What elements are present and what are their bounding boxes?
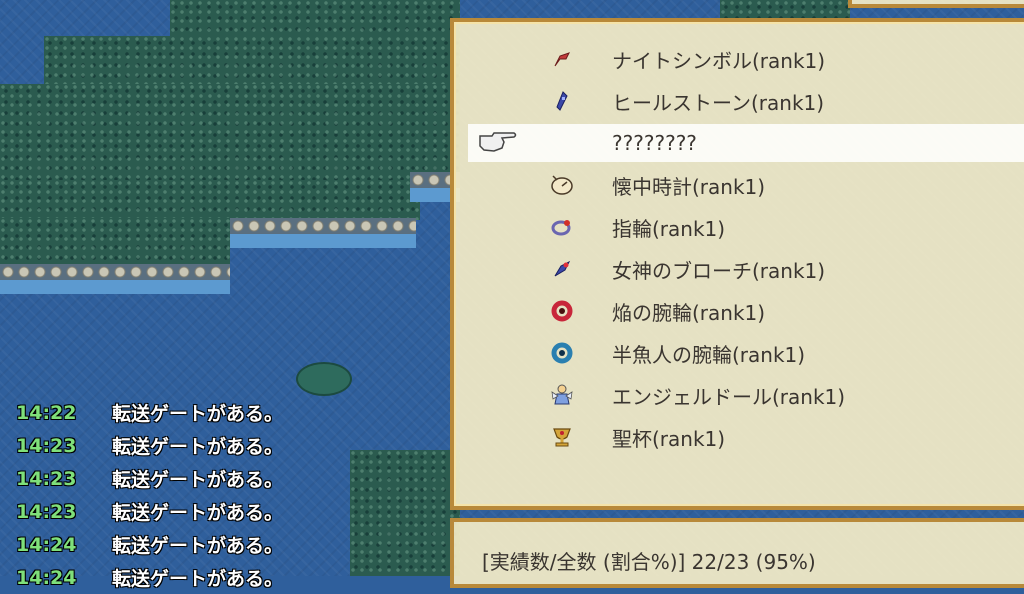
log-time: 14:24 xyxy=(16,533,77,556)
item-row-pocket-watch[interactable]: 懐中時計(rank1) xyxy=(454,166,1024,204)
item-label: 懐中時計(rank1) xyxy=(612,174,766,199)
log-entry: 14:23 転送ゲートがある。 xyxy=(16,495,283,528)
item-row-holy-grail[interactable]: 聖杯(rank1) xyxy=(454,418,1024,456)
log-entry: 14:24 転送ゲートがある。 xyxy=(16,561,283,594)
item-row-flame-bracelet[interactable]: 焔の腕輪(rank1) xyxy=(454,292,1024,330)
ring-icon xyxy=(549,214,575,240)
item-label: 女神のブローチ(rank1) xyxy=(612,258,826,283)
heal-stone-icon xyxy=(549,88,575,114)
item-list-window: ナイトシンボル(rank1) ヒールストーン(rank1) ???????? 懐… xyxy=(450,18,1024,510)
item-label: 焔の腕輪(rank1) xyxy=(612,300,766,325)
achievement-status-window: [実績数/全数 (割合%)] 22/23 (95%) xyxy=(450,518,1024,588)
grass-plateau xyxy=(0,218,230,264)
item-row-unknown[interactable]: ???????? xyxy=(468,124,1024,162)
cliff-edge xyxy=(0,264,230,280)
item-label: ???????? xyxy=(612,131,697,155)
grass-plateau xyxy=(720,0,850,18)
log-time: 14:23 xyxy=(16,500,77,523)
item-row-heal-stone[interactable]: ヒールストーン(rank1) xyxy=(454,82,1024,120)
upper-window-edge xyxy=(848,0,1024,8)
grass-plateau xyxy=(0,180,420,220)
item-row-knight-symbol[interactable]: ナイトシンボル(rank1) xyxy=(454,40,1024,78)
flame-bracelet-icon xyxy=(549,298,575,324)
shoreline xyxy=(0,280,230,294)
item-label: 聖杯(rank1) xyxy=(612,426,726,451)
item-row-goddess-brooch[interactable]: 女神のブローチ(rank1) xyxy=(454,250,1024,288)
achievement-status-text: [実績数/全数 (割合%)] 22/23 (95%) xyxy=(482,550,816,574)
item-label: ナイトシンボル(rank1) xyxy=(612,48,826,73)
log-entry: 14:22 転送ゲートがある。 xyxy=(16,396,283,429)
log-message: 転送ゲートがある。 xyxy=(112,568,284,590)
event-log: 14:22 転送ゲートがある。 14:23 転送ゲートがある。 14:23 転送ゲート… xyxy=(16,396,283,594)
holy-grail-icon xyxy=(549,424,575,450)
log-message: 転送ゲートがある。 xyxy=(112,535,284,557)
item-label: ヒールストーン(rank1) xyxy=(612,90,825,115)
cliff-edge xyxy=(230,218,416,234)
lily-pad xyxy=(296,362,352,396)
log-message: 転送ゲートがある。 xyxy=(112,403,284,425)
item-label: 指輪(rank1) xyxy=(612,216,726,241)
log-message: 転送ゲートがある。 xyxy=(112,469,284,491)
pocket-watch-icon xyxy=(549,172,575,198)
goddess-brooch-icon xyxy=(549,256,575,282)
pointing-hand-cursor-icon xyxy=(478,128,518,156)
log-entry: 14:24 転送ゲートがある。 xyxy=(16,528,283,561)
knight-symbol-icon xyxy=(549,46,575,72)
log-time: 14:23 xyxy=(16,434,77,457)
item-row-merman-bracelet[interactable]: 半魚人の腕輪(rank1) xyxy=(454,334,1024,372)
shoreline xyxy=(230,234,416,248)
log-message: 転送ゲートがある。 xyxy=(112,502,284,524)
log-time: 14:24 xyxy=(16,566,77,589)
grass-plateau xyxy=(350,450,460,576)
merman-bracelet-icon xyxy=(549,340,575,366)
log-entry: 14:23 転送ゲートがある。 xyxy=(16,429,283,462)
grass-plateau xyxy=(44,36,460,86)
log-time: 14:23 xyxy=(16,467,77,490)
item-row-angel-doll[interactable]: エンジェルドール(rank1) xyxy=(454,376,1024,414)
item-label: 半魚人の腕輪(rank1) xyxy=(612,342,806,367)
grass-plateau xyxy=(170,0,460,40)
log-message: 転送ゲートがある。 xyxy=(112,436,284,458)
item-label: エンジェルドール(rank1) xyxy=(612,384,846,409)
item-row-ring[interactable]: 指輪(rank1) xyxy=(454,208,1024,246)
angel-doll-icon xyxy=(549,382,575,408)
grass-plateau xyxy=(0,84,460,184)
log-entry: 14:23 転送ゲートがある。 xyxy=(16,462,283,495)
log-time: 14:22 xyxy=(16,401,77,424)
